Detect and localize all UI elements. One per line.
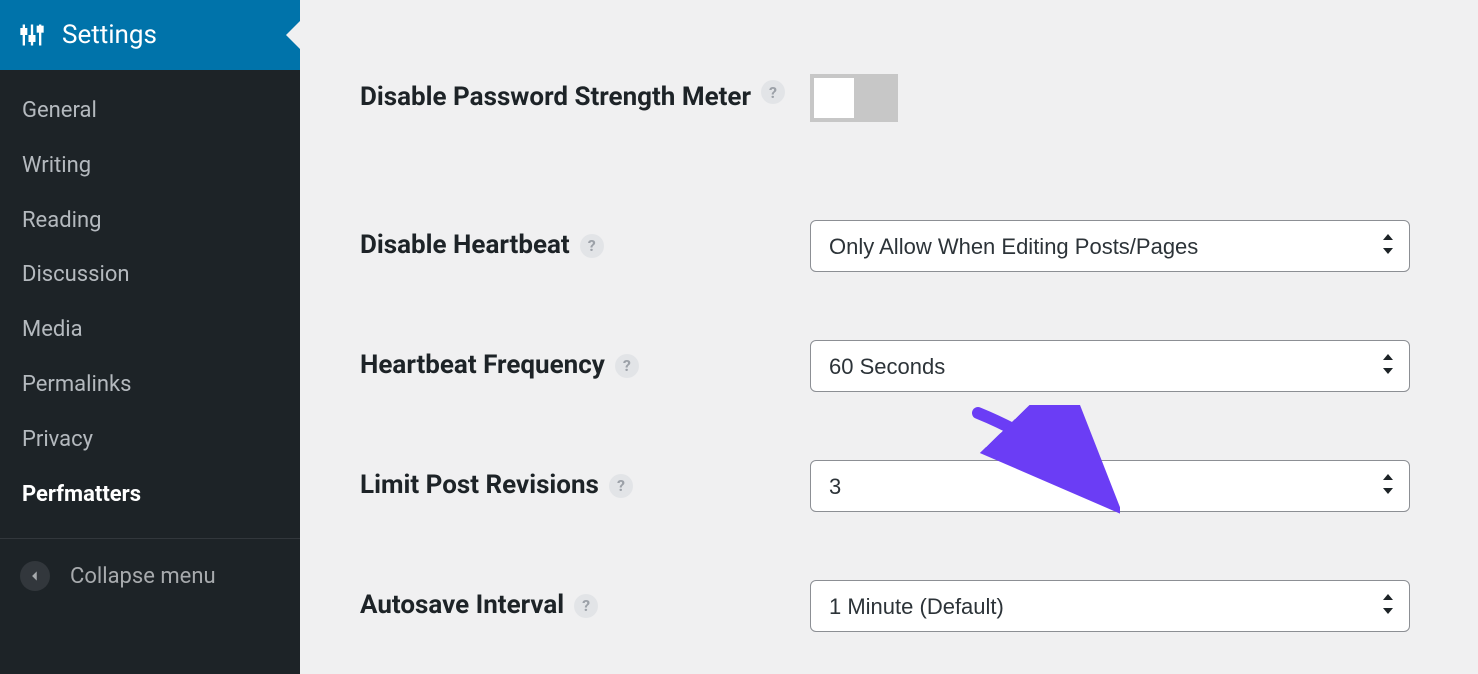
- label-text: Disable Password Strength Meter: [360, 80, 751, 115]
- sidebar-item-label: Media: [22, 317, 83, 342]
- row-autosave-interval: Autosave Interval ? 1 Minute (Default): [300, 576, 1478, 636]
- collapse-menu-button[interactable]: Collapse menu: [0, 538, 300, 613]
- sidebar-item-permalinks[interactable]: Permalinks: [0, 358, 300, 413]
- sidebar-title: Settings: [62, 20, 157, 50]
- heartbeat-frequency-select-wrap: 60 Seconds: [810, 340, 1410, 392]
- sidebar-item-label: Permalinks: [22, 372, 131, 397]
- row-disable-heartbeat: Disable Heartbeat ? Only Allow When Edit…: [300, 216, 1478, 276]
- label-text: Heartbeat Frequency: [360, 348, 605, 383]
- sidebar-item-label: Reading: [22, 208, 101, 233]
- sidebar-item-perfmatters[interactable]: Perfmatters: [0, 468, 300, 523]
- disable-password-meter-toggle[interactable]: [810, 74, 898, 122]
- sidebar-header-settings[interactable]: Settings: [0, 0, 300, 70]
- row-disable-password-meter: Disable Password Strength Meter ?: [300, 68, 1478, 128]
- help-icon[interactable]: ?: [761, 80, 785, 104]
- sidebar-item-general[interactable]: General: [0, 84, 300, 139]
- row-limit-post-revisions: Limit Post Revisions ? 3: [300, 456, 1478, 516]
- toggle-knob: [814, 78, 854, 118]
- sidebar-submenu: General Writing Reading Discussion Media…: [0, 70, 300, 532]
- sidebar-item-privacy[interactable]: Privacy: [0, 413, 300, 468]
- admin-sidebar: Settings General Writing Reading Discuss…: [0, 0, 300, 674]
- row-heartbeat-frequency: Heartbeat Frequency ? 60 Seconds: [300, 336, 1478, 396]
- help-icon[interactable]: ?: [609, 474, 633, 498]
- active-menu-pointer-icon: [286, 21, 300, 49]
- setting-label: Disable Heartbeat ?: [360, 228, 810, 263]
- sidebar-item-discussion[interactable]: Discussion: [0, 248, 300, 303]
- sidebar-item-label: Discussion: [22, 262, 130, 287]
- label-text: Disable Heartbeat: [360, 228, 570, 263]
- autosave-interval-select[interactable]: 1 Minute (Default): [810, 580, 1410, 632]
- limit-revisions-select-wrap: 3: [810, 460, 1410, 512]
- help-icon[interactable]: ?: [574, 594, 598, 618]
- settings-form: Disable Password Strength Meter ? Disabl…: [300, 0, 1478, 674]
- disable-heartbeat-select-wrap: Only Allow When Editing Posts/Pages: [810, 220, 1410, 272]
- sliders-icon: [18, 21, 46, 49]
- sidebar-item-media[interactable]: Media: [0, 303, 300, 358]
- sidebar-item-writing[interactable]: Writing: [0, 139, 300, 194]
- help-icon[interactable]: ?: [615, 354, 639, 378]
- help-icon[interactable]: ?: [580, 234, 604, 258]
- collapse-arrow-icon: [20, 561, 50, 591]
- sidebar-item-label: Privacy: [22, 427, 93, 452]
- collapse-menu-label: Collapse menu: [70, 564, 216, 589]
- label-text: Autosave Interval: [360, 588, 564, 623]
- sidebar-item-label: Perfmatters: [22, 482, 141, 507]
- setting-label: Autosave Interval ?: [360, 588, 810, 623]
- limit-revisions-select[interactable]: 3: [810, 460, 1410, 512]
- setting-label: Heartbeat Frequency ?: [360, 348, 810, 383]
- sidebar-item-label: Writing: [22, 153, 91, 178]
- label-text: Limit Post Revisions: [360, 468, 599, 503]
- heartbeat-frequency-select[interactable]: 60 Seconds: [810, 340, 1410, 392]
- sidebar-item-reading[interactable]: Reading: [0, 194, 300, 249]
- setting-label: Limit Post Revisions ?: [360, 468, 810, 503]
- disable-heartbeat-select[interactable]: Only Allow When Editing Posts/Pages: [810, 220, 1410, 272]
- sidebar-item-label: General: [22, 98, 97, 123]
- autosave-interval-select-wrap: 1 Minute (Default): [810, 580, 1410, 632]
- setting-label: Disable Password Strength Meter ?: [360, 80, 810, 115]
